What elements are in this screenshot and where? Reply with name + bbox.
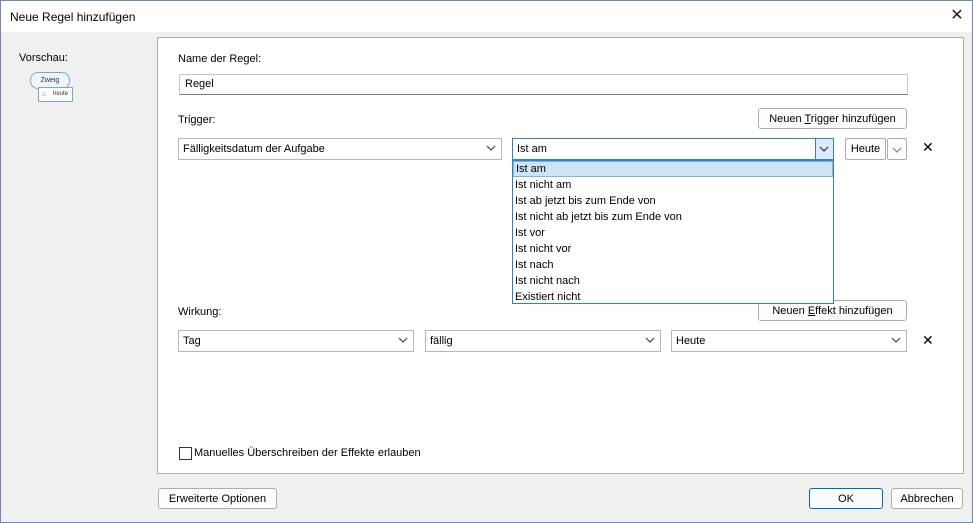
- trigger-operator-value: Ist am: [517, 143, 547, 155]
- trigger-operator-select[interactable]: Ist am: [512, 138, 834, 160]
- effect-operator-select[interactable]: fällig: [425, 330, 661, 352]
- dropdown-option[interactable]: Ist nicht vor: [513, 241, 833, 257]
- close-icon[interactable]: ✕: [946, 6, 968, 26]
- effect-field-value: Tag: [183, 335, 201, 347]
- chevron-down-icon: [819, 146, 829, 152]
- effect-field-select[interactable]: Tag: [178, 330, 414, 352]
- add-trigger-button[interactable]: Neuen Trigger hinzufügen: [758, 108, 907, 129]
- rule-name-input[interactable]: Regel: [179, 74, 908, 95]
- title-bar: Neue Regel hinzufügen ✕: [1, 1, 972, 32]
- add-effect-label-post: ffekt hinzufügen: [815, 305, 893, 317]
- chevron-down-icon: [486, 145, 496, 151]
- dropdown-option[interactable]: Ist nicht am: [513, 177, 833, 193]
- trigger-field-select[interactable]: Fälligkeitsdatum der Aufgabe: [178, 138, 502, 160]
- ok-button[interactable]: OK: [809, 488, 883, 509]
- effect-operator-value: fällig: [430, 335, 453, 347]
- trigger-operator-dropdown-list: Ist am Ist nicht am Ist ab jetzt bis zum…: [512, 160, 834, 304]
- effect-value-value: Heute: [676, 335, 706, 347]
- override-checkbox[interactable]: [179, 447, 192, 460]
- chevron-down-icon: [892, 147, 902, 153]
- rule-name-label: Name der Regel:: [178, 53, 262, 65]
- dropdown-option[interactable]: Existiert nicht: [513, 289, 833, 305]
- dropdown-option[interactable]: Ist ab jetzt bis zum Ende von: [513, 193, 833, 209]
- dialog-title: Neue Regel hinzufügen: [10, 10, 136, 24]
- remove-trigger-icon[interactable]: ✕: [922, 139, 934, 156]
- dropdown-option[interactable]: Ist nicht ab jetzt bis zum Ende von: [513, 209, 833, 225]
- remove-effect-icon[interactable]: ✕: [922, 332, 934, 349]
- dropdown-option[interactable]: Ist nach: [513, 257, 833, 273]
- dropdown-arrow-button[interactable]: [815, 139, 833, 159]
- trigger-field-value: Fälligkeitsdatum der Aufgabe: [183, 143, 325, 155]
- trigger-value-button[interactable]: Heute: [845, 138, 886, 160]
- trigger-label: Trigger:: [178, 114, 216, 126]
- dropdown-option[interactable]: Ist vor: [513, 225, 833, 241]
- dropdown-option[interactable]: Ist nicht nach: [513, 273, 833, 289]
- override-checkbox-label: Manuelles Überschreiben der Effekte erla…: [194, 447, 421, 459]
- dialog-window: Neue Regel hinzufügen ✕ Vorschau: Zweig …: [0, 0, 973, 523]
- chevron-down-icon: [891, 337, 901, 343]
- chevron-down-icon: [645, 337, 655, 343]
- effect-value-select[interactable]: Heute: [671, 330, 907, 352]
- effect-label: Wirkung:: [178, 306, 222, 318]
- cancel-button[interactable]: Abbrechen: [891, 488, 963, 509]
- tag-icon: ⌂: [42, 91, 47, 98]
- preview-node-today-label: heute: [53, 91, 69, 97]
- preview-label: Vorschau:: [19, 52, 68, 64]
- add-effect-label-pre: Neuen: [772, 305, 808, 317]
- add-trigger-label-pre: Neuen: [769, 113, 805, 125]
- preview-node-today: ⌂ heute: [38, 87, 73, 102]
- rule-name-value: Regel: [185, 78, 214, 90]
- dropdown-option[interactable]: Ist am: [513, 161, 833, 177]
- chevron-down-icon: [398, 337, 408, 343]
- advanced-options-button[interactable]: Erweiterte Optionen: [158, 488, 277, 509]
- trigger-value-dropdown[interactable]: [887, 138, 907, 160]
- add-trigger-label-post: rigger hinzufügen: [810, 113, 896, 125]
